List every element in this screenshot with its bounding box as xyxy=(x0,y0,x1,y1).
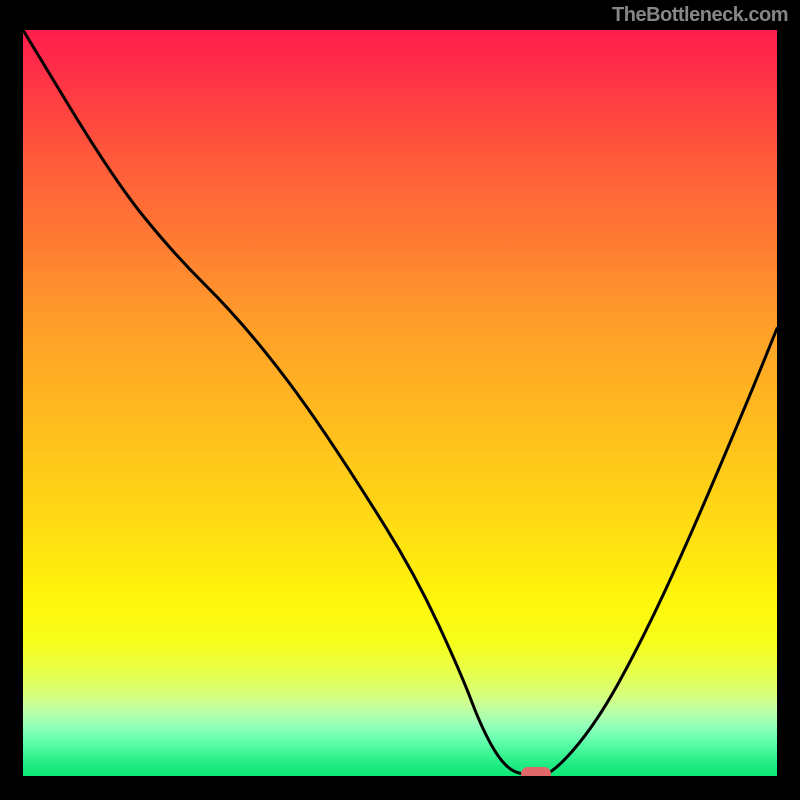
curve-path xyxy=(23,30,777,776)
plot-area xyxy=(23,30,777,776)
bottleneck-curve xyxy=(23,30,777,776)
watermark-text: TheBottleneck.com xyxy=(612,4,788,27)
optimal-marker xyxy=(521,767,551,776)
